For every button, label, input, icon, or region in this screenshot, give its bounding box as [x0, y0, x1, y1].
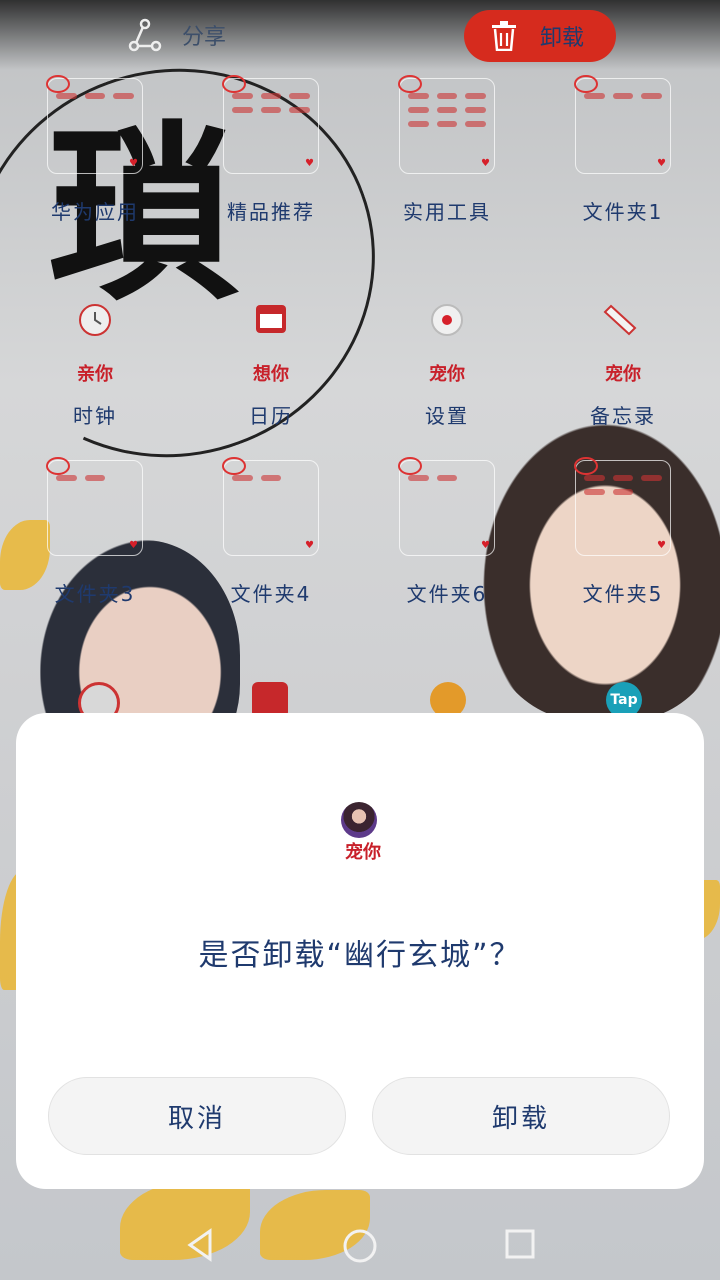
uninstall-top-button[interactable]: 卸载: [464, 10, 616, 62]
folder-3[interactable]: ♥ 文件夹3: [20, 457, 170, 607]
folder-thumbnail: ♥: [574, 75, 671, 174]
folder-thumbnail: ♥: [222, 75, 319, 174]
badge-icon: [574, 75, 598, 93]
app-signature: 亲你: [77, 364, 113, 385]
clock-icon: [65, 300, 125, 360]
badge-icon: [398, 457, 422, 475]
folder-thumbnail: ♥: [222, 457, 319, 556]
badge-icon: [222, 457, 246, 475]
badge-icon: [46, 457, 70, 475]
app-avatar-icon: [341, 802, 377, 838]
folder-thumbnail: ♥: [398, 457, 495, 556]
badge-icon: [46, 75, 70, 93]
app-signature: 宠你: [429, 364, 465, 385]
heart-icon: ♥: [657, 158, 666, 169]
heart-icon: ♥: [305, 158, 314, 169]
folder-thumbnail: ♥: [574, 457, 671, 556]
calendar-icon: [241, 300, 301, 360]
app-clock[interactable]: 亲你 时钟: [20, 300, 170, 429]
app-label: 文件夹4: [230, 582, 312, 606]
app-label: 华为应用: [51, 200, 139, 224]
uninstall-top-label: 卸载: [540, 26, 585, 51]
memo-icon: [593, 300, 653, 360]
share-icon: [128, 18, 162, 52]
badge-icon: [222, 75, 246, 93]
badge-icon: [574, 457, 598, 475]
folder-utilities[interactable]: ♥ 实用工具: [372, 75, 522, 225]
heart-icon: ♥: [129, 540, 138, 551]
folder-5[interactable]: ♥ 文件夹5: [548, 457, 698, 607]
folder-1[interactable]: ♥ 文件夹1: [548, 75, 698, 225]
app-signature: 宠你: [605, 364, 641, 385]
folder-thumbnail: ♥: [46, 457, 143, 556]
heart-icon: ♥: [129, 158, 138, 169]
cancel-button[interactable]: 取消: [48, 1077, 346, 1155]
app-label: 备忘录: [590, 404, 656, 428]
app-label: 文件夹6: [406, 582, 488, 606]
folder-recommended[interactable]: ♥ 精品推荐: [196, 75, 346, 225]
app-label: 实用工具: [403, 200, 491, 224]
gear-icon: [417, 300, 477, 360]
recents-icon[interactable]: [504, 1228, 536, 1260]
heart-icon: ♥: [481, 540, 490, 551]
folder-thumbnail: ♥: [46, 75, 143, 174]
dialog-signature: 宠你: [345, 842, 381, 863]
folder-thumbnail: ♥: [398, 75, 495, 174]
app-calendar[interactable]: 想你 日历: [196, 300, 346, 429]
trash-icon: [492, 21, 516, 51]
app-label: 文件夹1: [582, 200, 664, 224]
heart-icon: ♥: [305, 540, 314, 551]
folder-huawei-apps[interactable]: ♥ 华为应用: [20, 75, 170, 225]
folder-6[interactable]: ♥ 文件夹6: [372, 457, 522, 607]
app-label: 文件夹3: [54, 582, 136, 606]
back-icon[interactable]: [184, 1228, 216, 1262]
heart-icon: ♥: [657, 540, 666, 551]
app-label: 精品推荐: [227, 200, 315, 224]
home-icon[interactable]: [342, 1228, 378, 1264]
app-memo[interactable]: 宠你 备忘录: [548, 300, 698, 429]
badge-icon: [398, 75, 422, 93]
dialog-question: 是否卸载“幽行玄城”？: [198, 938, 522, 973]
app-label: 设置: [425, 404, 469, 428]
share-button[interactable]: 分享: [128, 18, 226, 52]
taptap-label: Tap: [610, 692, 638, 708]
app-label: 时钟: [73, 404, 117, 428]
share-label: 分享: [182, 25, 227, 50]
app-label: 日历: [249, 404, 293, 428]
app-settings[interactable]: 宠你 设置: [372, 300, 522, 429]
app-signature: 想你: [253, 364, 289, 385]
heart-icon: ♥: [481, 158, 490, 169]
folder-4[interactable]: ♥ 文件夹4: [196, 457, 346, 607]
confirm-uninstall-button[interactable]: 卸载: [372, 1077, 670, 1155]
app-label: 文件夹5: [582, 582, 664, 606]
